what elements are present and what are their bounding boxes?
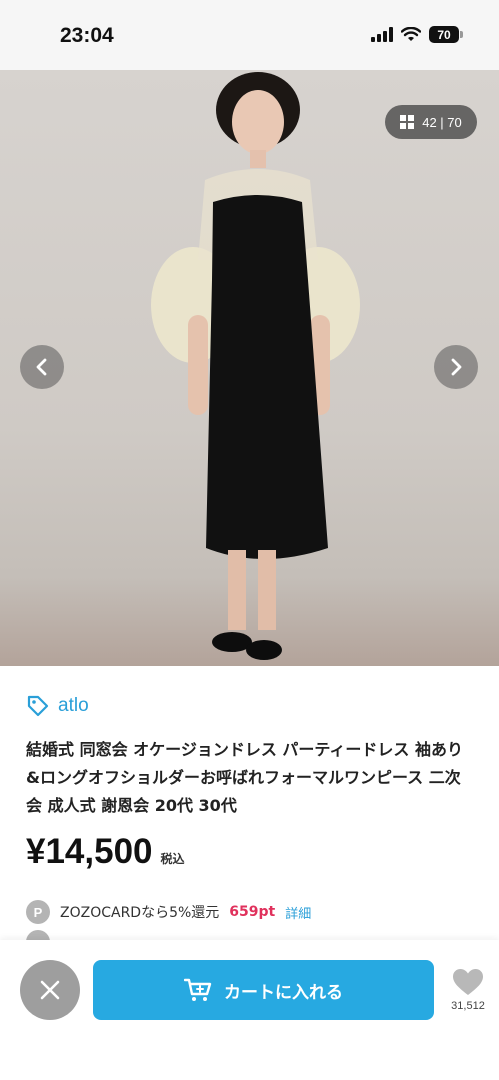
product-image[interactable]: 42 | 70 — [0, 70, 499, 666]
points-badge-icon-secondary — [26, 930, 50, 940]
brand-name: atlo — [58, 695, 89, 716]
grid-icon — [400, 115, 415, 129]
add-to-cart-label: カートに入れる — [224, 982, 343, 1003]
battery-icon: 70 — [429, 26, 463, 43]
favorite-button[interactable]: 31,512 — [446, 968, 490, 1012]
price-row: ¥14,500 税込 — [26, 832, 185, 872]
heart-icon — [453, 969, 483, 995]
battery-level: 70 — [437, 27, 451, 42]
promo-text: ZOZOCARDなら5%還元 — [60, 905, 220, 921]
add-to-cart-button[interactable]: カートに入れる — [93, 960, 434, 1020]
close-button[interactable] — [20, 960, 80, 1020]
image-counter-text: 42 | 70 — [422, 114, 462, 130]
promo-row-clipped — [26, 930, 466, 940]
favorite-count: 31,512 — [451, 1000, 485, 1012]
status-icons: 70 — [371, 26, 463, 43]
next-image-button[interactable] — [434, 345, 478, 389]
previous-image-button[interactable] — [20, 345, 64, 389]
price: ¥14,500 — [26, 832, 153, 871]
wifi-icon — [401, 27, 421, 41]
tag-icon — [27, 695, 49, 717]
status-bar: 23:04 70 — [0, 0, 499, 70]
zozocard-promo: P ZOZOCARDなら5%還元 659pt 詳細 — [26, 900, 311, 924]
tax-label: 税込 — [160, 852, 185, 866]
brand-link[interactable]: atlo — [26, 694, 89, 718]
promo-detail-link[interactable]: 詳細 — [285, 903, 311, 922]
model-illustration — [151, 72, 360, 660]
status-time: 23:04 — [60, 24, 114, 47]
points-badge-icon: P — [26, 900, 50, 924]
image-counter[interactable]: 42 | 70 — [385, 105, 477, 139]
chevron-right-icon — [451, 358, 462, 376]
product-title: 結婚式 同窓会 オケージョンドレス パーティードレス 袖あり&ロングオフショルダ… — [26, 740, 464, 815]
close-icon — [40, 980, 60, 1000]
signal-icon — [371, 27, 393, 42]
promo-points: 659pt — [229, 904, 276, 920]
chevron-left-icon — [36, 358, 47, 376]
bottom-action-bar: カートに入れる 31,512 — [0, 940, 499, 1080]
cart-icon — [184, 978, 212, 1001]
